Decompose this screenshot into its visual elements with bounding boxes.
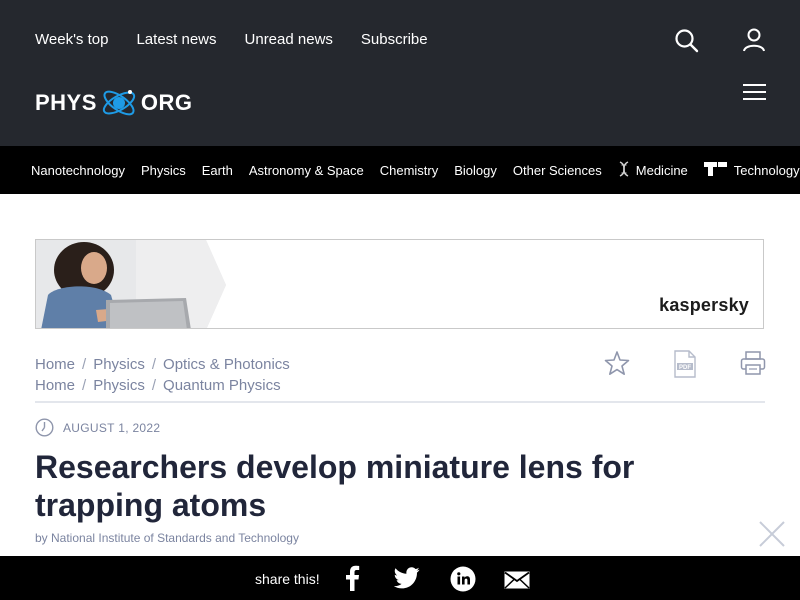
atom-logo-icon: [102, 90, 136, 116]
category-label: Technology: [733, 163, 800, 178]
breadcrumb: Home / Physics / Optics & Photonics Home / Phy…: [35, 354, 290, 396]
techxplore-icon: [703, 161, 728, 180]
breadcrumb-row: Home / Physics / Optics & Photonics: [35, 354, 290, 375]
category-chemistry[interactable]: Chemistry: [380, 163, 439, 178]
category-earth[interactable]: Earth: [202, 163, 233, 178]
category-nav: Nanotechnology Physics Earth Astronomy &…: [0, 146, 800, 194]
category-other-sciences[interactable]: Other Sciences: [513, 163, 602, 178]
article-byline: by National Institute of Standards and T…: [35, 531, 299, 545]
share-label: share this!: [255, 571, 320, 587]
close-icon[interactable]: [758, 520, 786, 548]
search-icon[interactable]: [674, 28, 700, 54]
advertisement-banner[interactable]: kaspersky: [35, 239, 764, 329]
share-bar: share this!: [0, 556, 800, 600]
top-link-subscribe[interactable]: Subscribe: [361, 31, 428, 48]
breadcrumb-separator: /: [151, 356, 157, 373]
category-label: Medicine: [635, 163, 688, 178]
facebook-icon[interactable]: [343, 565, 361, 596]
category-label: Astronomy & Space: [248, 163, 364, 178]
email-icon[interactable]: [504, 571, 530, 594]
breadcrumb-link-optics-photonics[interactable]: Optics & Photonics: [163, 356, 290, 373]
svg-text:PDF: PDF: [679, 365, 691, 371]
divider: [35, 401, 765, 403]
site-logo[interactable]: PHYS ORG: [35, 80, 195, 126]
breadcrumb-separator: /: [151, 377, 157, 394]
category-label: Earth: [201, 163, 233, 178]
breadcrumb-row: Home / Physics / Quantum Physics: [35, 375, 290, 396]
breadcrumb-separator: /: [82, 356, 87, 373]
article-date: AUGUST 1, 2022: [63, 420, 161, 435]
site-header: Week's top Latest news Unread news Subsc…: [0, 0, 800, 146]
linkedin-icon[interactable]: [450, 566, 476, 597]
breadcrumb-link-home[interactable]: Home: [35, 356, 75, 373]
category-label: Biology: [454, 163, 497, 178]
bookmark-star-icon[interactable]: [604, 350, 630, 381]
hamburger-menu-icon[interactable]: [743, 84, 766, 102]
category-label: Nanotechnology: [31, 163, 125, 178]
twitter-icon[interactable]: [393, 567, 420, 594]
print-icon[interactable]: [740, 350, 766, 381]
top-link-weeks-top[interactable]: Week's top: [35, 31, 108, 48]
ad-photo-woman-laptop: [36, 240, 226, 328]
pdf-icon[interactable]: PDF: [673, 350, 697, 383]
category-medicine[interactable]: Medicine: [618, 161, 688, 180]
breadcrumb-separator: /: [82, 377, 87, 394]
breadcrumb-link-physics[interactable]: Physics: [93, 377, 145, 394]
top-link-unread-news[interactable]: Unread news: [245, 31, 333, 48]
category-physics[interactable]: Physics: [141, 163, 186, 178]
category-label: Other Sciences: [512, 163, 602, 178]
category-technology[interactable]: Technology: [703, 161, 800, 180]
article-title: Researchers develop miniature lens for t…: [35, 449, 635, 523]
breadcrumb-link-quantum-physics[interactable]: Quantum Physics: [163, 377, 281, 394]
breadcrumb-link-home[interactable]: Home: [35, 377, 75, 394]
category-nanotechnology[interactable]: Nanotechnology: [31, 163, 125, 178]
category-biology[interactable]: Biology: [454, 163, 497, 178]
top-link-latest-news[interactable]: Latest news: [136, 31, 216, 48]
ad-brand-logo: kaspersky: [659, 295, 749, 315]
breadcrumb-link-physics[interactable]: Physics: [93, 356, 145, 373]
dna-icon: [618, 161, 630, 180]
category-label: Chemistry: [379, 163, 439, 178]
top-links: Week's top Latest news Unread news Subsc…: [35, 31, 456, 48]
logo-text-left: PHYS: [35, 90, 97, 115]
clock-icon: [35, 418, 54, 437]
user-icon[interactable]: [741, 27, 767, 53]
category-label: Physics: [140, 163, 186, 178]
logo-text-right: ORG: [140, 90, 193, 115]
article-dateline: AUGUST 1, 2022: [35, 418, 160, 437]
category-astronomy-space[interactable]: Astronomy & Space: [249, 163, 364, 178]
